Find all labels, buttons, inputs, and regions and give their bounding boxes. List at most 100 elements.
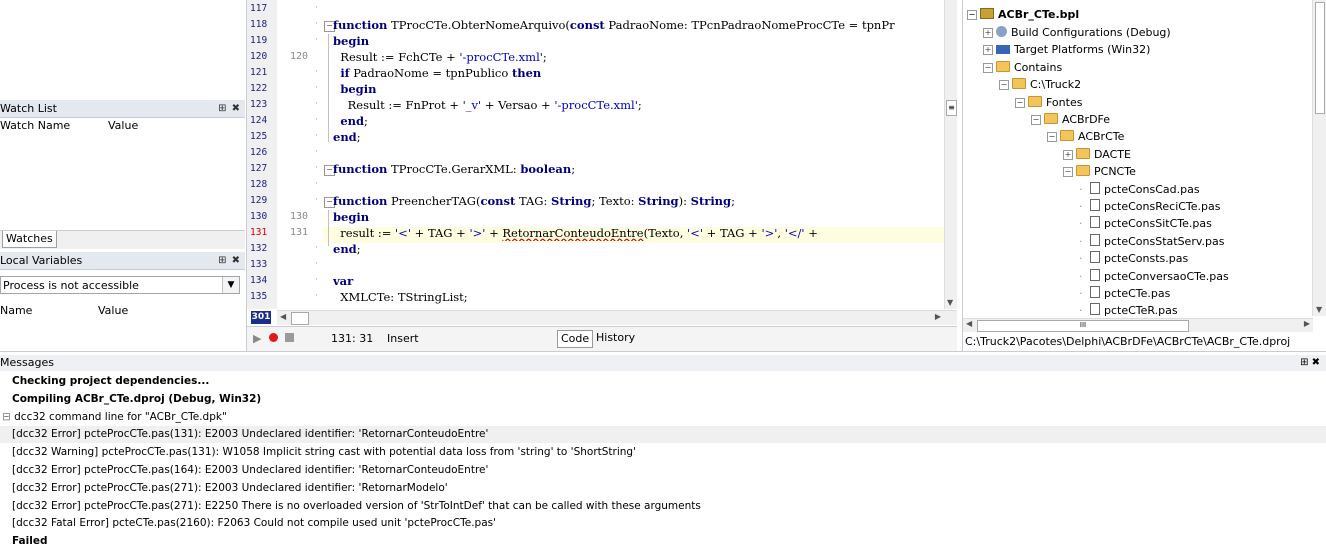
message-item[interactable]: ⊟ dcc32 command line for "ACBr_CTe.dpk" bbox=[2, 409, 227, 426]
code-line[interactable]: begin bbox=[333, 209, 951, 225]
scroll-left-icon[interactable]: ◀ bbox=[966, 319, 972, 328]
pin-close-icon[interactable]: ⊞ ✖ bbox=[218, 100, 241, 117]
collapse-icon[interactable]: − bbox=[1047, 132, 1057, 143]
scroll-down-icon[interactable]: ▼ bbox=[947, 298, 953, 307]
tree-file-item[interactable]: · pcteConsReciCTe.pas bbox=[1079, 198, 1221, 215]
record-icon[interactable] bbox=[269, 333, 278, 342]
tab-watches[interactable]: Watches bbox=[2, 231, 57, 248]
collapse-icon[interactable]: − bbox=[967, 10, 977, 20]
watch-name-column[interactable]: Watch Name bbox=[0, 118, 70, 134]
message-item[interactable]: [dcc32 Warning] pcteProcCTe.pas(131): W1… bbox=[12, 444, 636, 461]
tree-folder-item[interactable]: − PCNCTe bbox=[1063, 163, 1136, 180]
message-item[interactable]: Failed bbox=[12, 533, 47, 550]
stop-icon[interactable] bbox=[285, 333, 294, 342]
pin-close-icon[interactable]: ⊞ ✖ bbox=[1300, 355, 1320, 371]
tree-file-item[interactable]: · pcteConsStatServ.pas bbox=[1079, 233, 1224, 250]
tree-folder-item[interactable]: + Build Configurations (Debug) bbox=[983, 24, 1171, 41]
expand-icon[interactable]: + bbox=[983, 28, 993, 38]
pin-close-icon[interactable]: ⊞ ✖ bbox=[218, 252, 241, 269]
tree-file-item[interactable]: · pcteCTe.pas bbox=[1079, 285, 1170, 302]
message-item[interactable]: [dcc32 Error] pcteProcCTe.pas(271): E200… bbox=[12, 480, 448, 497]
collapse-icon[interactable]: − bbox=[1015, 97, 1025, 108]
code-line[interactable]: result := '<' + TAG + '>' + RetornarCont… bbox=[333, 225, 951, 241]
collapse-icon[interactable]: − bbox=[1031, 115, 1041, 125]
collapse-icon[interactable]: − bbox=[999, 80, 1009, 91]
watch-value-column[interactable]: Value bbox=[108, 118, 138, 134]
tree-item-label: Target Platforms (Win32) bbox=[1014, 43, 1151, 57]
tree-folder-item[interactable]: − ACBrDFe bbox=[1031, 111, 1110, 128]
code-line[interactable]: begin bbox=[333, 33, 951, 49]
tree-item-label: pcteConsts.pas bbox=[1104, 252, 1189, 266]
tree-folder-item[interactable]: − ACBrCTe bbox=[1047, 128, 1124, 145]
scroll-right-icon[interactable]: ▶ bbox=[935, 312, 941, 321]
line-number: 133 bbox=[250, 259, 268, 270]
code-line[interactable]: begin bbox=[333, 81, 951, 97]
message-item[interactable]: [dcc32 Fatal Error] pcteCTe.pas(2160): F… bbox=[12, 515, 496, 532]
message-text: Failed bbox=[12, 535, 48, 548]
scroll-thumb[interactable]: ≡ bbox=[946, 100, 957, 116]
collapse-icon[interactable]: − bbox=[1063, 167, 1073, 178]
tree-folder-item[interactable]: + Target Platforms (Win32) bbox=[983, 41, 1150, 58]
tree-folder-item[interactable]: + DACTE bbox=[1063, 146, 1131, 163]
process-combo[interactable]: Process is not accessible ▼ bbox=[0, 276, 240, 294]
scroll-down-icon[interactable]: ▼ bbox=[1316, 305, 1322, 314]
line-number: 119 bbox=[250, 35, 268, 46]
messages-title: Messages bbox=[0, 356, 54, 369]
tree-file-item[interactable]: · pcteConsSitCTe.pas bbox=[1079, 215, 1212, 232]
code-line[interactable] bbox=[333, 177, 951, 193]
scroll-right-icon[interactable]: ▶ bbox=[1304, 319, 1310, 328]
chevron-down-icon[interactable]: ▼ bbox=[222, 277, 239, 293]
tree-folder-item[interactable]: − Fontes bbox=[1015, 94, 1082, 111]
tree-file-item[interactable]: · pcteConsCad.pas bbox=[1079, 181, 1200, 198]
message-item[interactable]: [dcc32 Error] pcteProcCTe.pas(131): E200… bbox=[12, 426, 488, 443]
tab-code[interactable]: Code bbox=[557, 330, 594, 348]
code-line[interactable]: function TProcCTe.ObterNomeArquivo(const… bbox=[333, 17, 951, 33]
code-line[interactable]: XMLCTe: TStringList; bbox=[333, 289, 951, 305]
code-line[interactable]: function PreencherTAG(const TAG: String;… bbox=[333, 193, 951, 209]
project-path: C:\Truck2\Pacotes\Delphi\ACBrDFe\ACBrCTe… bbox=[965, 335, 1291, 348]
run-icon[interactable]: ▶ bbox=[253, 332, 261, 345]
code-line[interactable]: function TProcCTe.GerarXML: boolean; bbox=[333, 161, 951, 177]
project-horizontal-scrollbar[interactable]: ◀ III ▶ bbox=[963, 318, 1313, 332]
code-line[interactable]: end; bbox=[333, 113, 951, 129]
code-line[interactable] bbox=[333, 1, 951, 17]
project-manager: − ACBr_CTe.bpl + Build Configurations (Deb… bbox=[962, 0, 1326, 351]
local-name-column[interactable]: Name bbox=[0, 303, 32, 319]
tree-file-item[interactable]: · pcteCTeR.pas bbox=[1079, 302, 1178, 319]
tree-file-item[interactable]: · pcteConsts.pas bbox=[1079, 250, 1188, 267]
code-line[interactable]: end; bbox=[333, 129, 951, 145]
tree-root-project[interactable]: − ACBr_CTe.bpl bbox=[967, 6, 1079, 23]
message-item[interactable]: [dcc32 Error] pcteProcCTe.pas(271): E225… bbox=[12, 498, 701, 515]
editor-horizontal-scrollbar[interactable]: ◀ ▶ bbox=[277, 310, 957, 325]
tree-connector: · bbox=[1079, 200, 1083, 213]
project-hscroll-thumb[interactable]: III bbox=[977, 320, 1189, 332]
code-line[interactable]: Result := FchCTe + '-procCTe.xml'; bbox=[333, 49, 951, 65]
editor-vertical-scrollbar[interactable]: ≡ ▼ bbox=[944, 0, 957, 309]
collapse-icon[interactable]: − bbox=[983, 62, 993, 73]
tab-history[interactable]: History bbox=[593, 330, 638, 346]
code-line[interactable]: Result := FnProt + '_v' + Versao + '-pro… bbox=[333, 97, 951, 113]
code-line[interactable]: var bbox=[333, 273, 951, 289]
tree-folder-item[interactable]: − C:\Truck2 bbox=[999, 76, 1081, 93]
collapse-icon[interactable]: ⊟ bbox=[2, 411, 14, 423]
message-item[interactable]: [dcc32 Error] pcteProcCTe.pas(164): E200… bbox=[12, 462, 488, 479]
project-vertical-scrollbar[interactable]: ▼ bbox=[1312, 0, 1326, 316]
code-line[interactable]: if PadraoNome = tpnPublico then bbox=[333, 65, 951, 81]
expand-icon[interactable]: + bbox=[983, 45, 993, 56]
message-item[interactable]: Compiling ACBr_CTe.dproj (Debug, Win32) bbox=[12, 391, 261, 408]
message-item[interactable]: Checking project dependencies... bbox=[12, 373, 209, 390]
line-dot: · bbox=[315, 115, 318, 125]
tree-root-label: ACBr_CTe.bpl bbox=[998, 8, 1080, 21]
scroll-left-icon[interactable]: ◀ bbox=[280, 312, 286, 321]
code-line[interactable] bbox=[333, 257, 951, 273]
code-editor[interactable]: 117 · 118 · − function TProcCTe.ObterNomeArqu… bbox=[246, 0, 957, 351]
hscroll-thumb[interactable] bbox=[291, 312, 309, 325]
code-line[interactable]: end; bbox=[333, 241, 951, 257]
local-value-column[interactable]: Value bbox=[98, 303, 128, 319]
project-scroll-thumb[interactable] bbox=[1315, 2, 1325, 114]
tree-folder-item[interactable]: − Contains bbox=[983, 59, 1062, 76]
message-text: Compiling ACBr_CTe.dproj (Debug, Win32) bbox=[12, 392, 262, 405]
expand-icon[interactable]: + bbox=[1063, 149, 1073, 160]
tree-file-item[interactable]: · pcteConversaoCTe.pas bbox=[1079, 268, 1229, 285]
code-line[interactable] bbox=[333, 145, 951, 161]
